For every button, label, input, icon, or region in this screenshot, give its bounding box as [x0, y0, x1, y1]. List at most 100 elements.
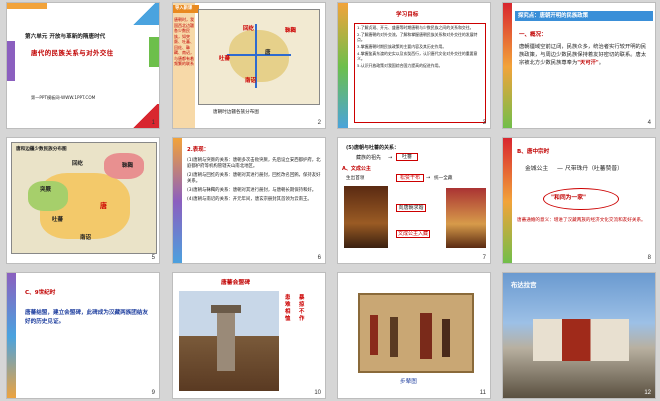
decor-top-right: [129, 3, 159, 25]
slide-thumbnail-7[interactable]: (5)唐朝与吐蕃的关系： 藏族的祖先 → 吐蕃 A、文成公主 生出首领 松赞干布…: [337, 137, 491, 264]
map-label-huihe: 回纥: [243, 26, 255, 32]
objective-3: 3.掌握唐朝时期民族政策的主要内容及其历史作用。: [357, 44, 447, 49]
slide7-arrow-2: →: [426, 175, 431, 181]
map5-tujue: 突厥: [40, 187, 52, 193]
slide-number: 11: [479, 390, 486, 396]
slide8-arrow: —: [557, 165, 563, 172]
map-label-nanzhao: 南诏: [245, 78, 257, 84]
map-label-tubo: 吐蕃: [219, 56, 231, 62]
slide11-caption: 步辇图: [400, 379, 417, 385]
slide10-vertical-2: 暴掠不作: [299, 295, 305, 322]
slide8-center: "和同为一家": [551, 195, 587, 201]
relation-item-3: (3)唐朝与靺鞨的关系：唐朝对其进行册封，与唐朝长期保持和好。: [187, 188, 317, 193]
slide7-tubo: 吐蕃: [396, 153, 418, 161]
slide9-body: 唐蕃结盟，建立会盟碑，此碑成为汉藏两族团结友好的历史见证。: [25, 310, 149, 325]
slide-thumbnail-5[interactable]: 唐和边疆少数民族分布图 回纥 靺鞨 突厥 吐蕃 南诏 唐 5: [6, 137, 160, 264]
slide3-title: 学习目标: [396, 12, 419, 18]
slide-thumbnail-1[interactable]: 第六单元 开放与革新的隋唐时代 唐代的民族关系与对外交往 第一PPT模板网-WW…: [6, 2, 160, 129]
map-label-tang: 唐: [265, 50, 271, 56]
objective-4: 4.掌握鉴真东渡的史实以及玄奘西行，认识唐代文化对外交往的重要意义。: [357, 51, 478, 61]
slide-number: 12: [644, 390, 651, 396]
slide-number: 4: [647, 120, 651, 126]
decor-left: [503, 3, 512, 128]
slide11-painting: [358, 293, 474, 373]
objective-5: 5.认识开放政策对我国综合国力提高的促进作用。: [357, 63, 443, 68]
slide8-right: 尺带珠丹（吐蕃赞普）: [565, 166, 623, 172]
slide12-title: 布达拉宫: [511, 281, 537, 289]
slide8-left: 金城公主: [525, 166, 549, 172]
slide6-heading: 2.表现：: [187, 147, 209, 153]
slide-number: 10: [314, 390, 321, 396]
objective-2: 2.了解唐朝的对外交流，了解和掌握唐朝民族关系和对外交往的发展特点。: [357, 32, 478, 42]
slide-thumbnail-6[interactable]: 2.表现： (1)唐朝与突厥的关系：唐朝多次击败突厥，先后设立安西都护府，北庭都…: [172, 137, 326, 264]
relation-item-1: (1)唐朝与突厥的关系：唐朝多次击败突厥，先后设立安西都护府，北庭都护府等机构管…: [187, 158, 321, 169]
slide5-map: 唐和边疆少数民族分布图 回纥 靺鞨 突厥 吐蕃 南诏 唐: [11, 142, 157, 254]
slide7-sub: 藏族的祖先: [356, 155, 382, 161]
slide7-step1: 生出首领: [346, 176, 365, 181]
map5-huihe: 回纥: [72, 161, 84, 167]
decor-left: [503, 138, 512, 263]
decor-left: [7, 273, 16, 398]
slide-thumbnail-4[interactable]: 探究点：唐朝开明的民族政策 一、概况： 唐朝疆域空前辽阔，民族众多，统治者实行较…: [502, 2, 656, 129]
slide-number: 5: [151, 255, 155, 261]
slide12-palace: [533, 319, 629, 361]
slide2-label-text: 导入新课: [175, 6, 193, 11]
slide4-body: 唐朝疆域空前辽阔，民族众多，统治者实行较开明的民族政策，与周边少数民族保持着友好…: [519, 43, 649, 67]
slide7-propose: 向唐朝求婚: [396, 204, 426, 212]
slide7-portrait-right: [446, 188, 486, 248]
slide-number: 3: [482, 120, 486, 126]
slide7-enter: 文成公主入藏: [396, 230, 430, 238]
map5-nanzhao: 南诏: [80, 235, 92, 241]
slide5-map-title: 唐和边疆少数民族分布图: [16, 147, 67, 152]
decor-left: [7, 41, 15, 81]
slide4-quote: "天可汗": [577, 60, 599, 66]
slide4-title: 探究点：唐朝开明的民族政策: [518, 13, 589, 19]
slide-thumbnail-12[interactable]: 布达拉宫 12: [502, 272, 656, 399]
slide7-unify: 统一全藏: [434, 176, 453, 181]
slide7-arrow-1: →: [388, 155, 393, 161]
slide2-map: 回纥 靺鞨 吐蕃 南诏 唐: [198, 9, 320, 105]
decor-left: [338, 3, 348, 128]
slide7-heading: (5)唐朝与吐蕃的关系：: [346, 145, 400, 151]
slide-number: 2: [317, 120, 321, 126]
slide-thumbnail-8[interactable]: B、唐中宗时 金城公主 — 尺带珠丹（吐蕃赞普） "和同为一家" 唐蕃通婚的意义…: [502, 137, 656, 264]
slide2-caption: 唐朝时边疆各族分布图: [213, 110, 259, 115]
slide-number: 1: [151, 120, 155, 126]
slide-number: 7: [482, 255, 486, 261]
slide4-heading: 一、概况：: [519, 32, 547, 38]
slide6-list: (1)唐朝与突厥的关系：唐朝多次击败突厥，先后设立安西都护府，北庭都护府等机构管…: [187, 158, 321, 206]
slide-thumbnail-9[interactable]: C、9世纪时 唐蕃结盟，建立会盟碑，此碑成为汉藏两族团结友好的历史见证。 9: [6, 272, 160, 399]
slide1-unit-title: 第六单元 开放与革新的隋唐时代: [25, 34, 106, 40]
slide-thumbnail-3[interactable]: 学习目标 1.了解贞观、开元、盛唐等时期唐朝与少数民族之间的关系和交往。 2.了…: [337, 2, 491, 129]
slide4-end: 。: [598, 60, 605, 66]
slide1-footer: 第一PPT模板网-WWW.1PPT.COM: [31, 95, 96, 100]
slide7-portrait-left: [344, 186, 388, 248]
decor-left: [173, 138, 182, 263]
objective-1: 1.了解贞观、开元、盛唐等时期唐朝与少数民族之间的关系和交往。: [357, 25, 474, 30]
slide7-wencheng: A、文成公主: [342, 166, 371, 172]
slide8-note: 唐蕃通婚的意义：增进了汉藏两族的经济文化交流和友好关系。: [517, 218, 646, 223]
map-label-mohe: 靺鞨: [285, 28, 297, 34]
slide-thumbnail-11[interactable]: 步辇图 11: [337, 272, 491, 399]
decor-top-left: [7, 3, 47, 9]
relation-item-2: (2)唐朝与回纥的关系：唐朝对其进行册封，回纥改名回鹘，保持友好关系。: [187, 173, 321, 184]
slide-number: 6: [317, 255, 321, 261]
slide7-songzan: 松赞干布: [396, 174, 424, 182]
relation-item-4: (4)唐朝与南诏的关系：开元年间，唐玄宗册封其首领为云南王。: [187, 197, 312, 202]
slide-thumbnail-2[interactable]: 导入新课 唐朝时，我国西北边疆各少数民族，如突厥、吐蕃、回纥、靺鞨、南诏，与唐都…: [172, 2, 326, 129]
slide-thumbnail-10[interactable]: 唐蕃会盟碑 患难相恤 暴掠不作 10: [172, 272, 326, 399]
slide1-lesson-title: 唐代的民族关系与对外交往: [31, 49, 114, 57]
slide-number: 9: [151, 390, 155, 396]
slide3-objectives: 1.了解贞观、开元、盛唐等时期唐朝与少数民族之间的关系和交往。 2.了解唐朝的对…: [354, 23, 486, 123]
slide2-side-text: 唐朝时，我国西北边疆各少数民族，如突厥、吐蕃、回纥、靺鞨、南诏，与唐都有着频繁的…: [174, 17, 194, 66]
map5-tubo: 吐蕃: [52, 217, 64, 223]
map5-mohe: 靺鞨: [122, 163, 134, 169]
slide-number: 8: [647, 255, 651, 261]
slide8-label: B、唐中宗时: [517, 149, 550, 155]
slide10-photo: [179, 291, 279, 391]
slide10-title: 唐蕃会盟碑: [221, 280, 250, 286]
slide10-vertical-1: 患难相恤: [285, 295, 291, 322]
map5-tang: 唐: [100, 202, 107, 210]
slide-sorter-grid: 第六单元 开放与革新的隋唐时代 唐代的民族关系与对外交往 第一PPT模板网-WW…: [6, 2, 656, 399]
slide9-label: C、9世纪时: [25, 290, 56, 296]
